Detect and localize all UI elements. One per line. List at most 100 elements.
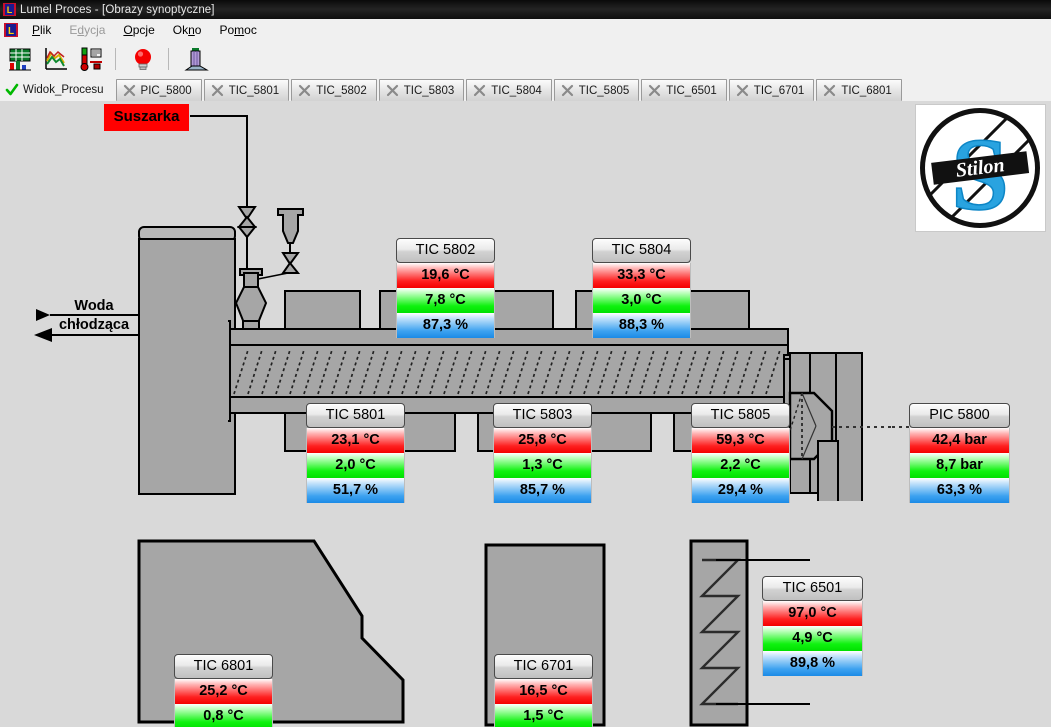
loop-pv-value: 19,6 °C [396,263,495,288]
close-icon[interactable] [648,84,661,97]
loop-tag-button[interactable]: TIC 5803 [493,403,592,428]
stilon-logo: S Stilon [915,104,1046,232]
loop-out-value: 87,3 % [396,313,495,338]
tab-label: Widok_Procesu [23,84,104,96]
dryer-label-text: Suszarka [114,108,180,125]
loop-block-tic-5804[interactable]: TIC 5804 33,3 °C 3,0 °C 88,3 % [592,238,691,338]
tab-tic-5801[interactable]: TIC_5801 [204,79,290,101]
close-icon[interactable] [473,84,486,97]
close-icon[interactable] [386,84,399,97]
tab-tic-5804[interactable]: TIC_5804 [466,79,552,101]
tab-label: TIC_6501 [666,85,717,97]
loop-block-tic-5802[interactable]: TIC 5802 19,6 °C 7,8 °C 87,3 % [396,238,495,338]
app-icon: L [4,23,18,37]
app-icon: L [3,3,16,16]
loop-pv-value: 42,4 bar [909,428,1010,453]
menu-item-pomoc[interactable]: Pomoc [210,21,265,39]
loop-out-value: 63,3 % [909,478,1010,503]
tab-label: TIC_5804 [491,85,542,97]
tab-tic-6801[interactable]: TIC_6801 [816,79,902,101]
loop-pv-value: 25,2 °C [174,679,273,704]
loop-out-value: 85,7 % [493,478,592,503]
loop-tag-button[interactable]: TIC 6801 [174,654,273,679]
tab-label: TIC_6801 [841,85,892,97]
loop-pv-value: 59,3 °C [691,428,790,453]
close-icon[interactable] [561,84,574,97]
toolbar [0,41,1051,76]
tab-label: PIC_5800 [141,85,192,97]
menu-item-plik[interactable]: PPliklik [23,21,60,39]
close-icon[interactable] [211,84,224,97]
tab-tic-5803[interactable]: TIC_5803 [379,79,465,101]
loop-sp-value: 2,2 °C [691,453,790,478]
tab-label: TIC_5803 [404,85,455,97]
tab-widok-procesu[interactable]: Widok_Procesu [0,77,114,101]
loop-out-value: 89,8 % [762,651,863,676]
loop-tag-button[interactable]: TIC 5801 [306,403,405,428]
tab-bar: Widok_Procesu PIC_5800 TIC_5801 TIC_5802… [0,76,1051,102]
toolbar-separator [168,48,169,70]
loop-sp-value: 8,7 bar [909,453,1010,478]
loop-tag-button[interactable]: TIC 5802 [396,238,495,263]
meter-icon[interactable] [75,44,105,74]
tab-tic-5802[interactable]: TIC_5802 [291,79,377,101]
loop-sp-value: 7,8 °C [396,288,495,313]
close-icon[interactable] [123,84,136,97]
loop-block-tic-6501[interactable]: TIC 6501 97,0 °C 4,9 °C 89,8 % [762,576,863,676]
loop-sp-value: 3,0 °C [592,288,691,313]
plant-view-icon[interactable] [181,44,211,74]
loop-pv-value: 25,8 °C [493,428,592,453]
check-icon [5,83,18,96]
close-icon[interactable] [823,84,836,97]
loop-tag-button[interactable]: PIC 5800 [909,403,1010,428]
loop-block-pic-5800[interactable]: PIC 5800 42,4 bar 8,7 bar 63,3 % [909,403,1010,503]
menu-bar: L PPliklik Edycja Opcje Okno Pomoc [0,19,1051,42]
loop-block-tic-5801[interactable]: TIC 5801 23,1 °C 2,0 °C 51,7 % [306,403,405,503]
tab-label: TIC_5805 [579,85,630,97]
cooling-water-line-2: chłodząca [59,317,129,333]
toolbar-separator [115,48,116,70]
tab-label: TIC_5801 [229,85,280,97]
loop-sp-value: 2,0 °C [306,453,405,478]
close-icon[interactable] [736,84,749,97]
alarm-lamp-icon[interactable] [128,44,158,74]
menu-item-opcje[interactable]: Opcje [114,21,163,39]
loop-tag-button[interactable]: TIC 5805 [691,403,790,428]
tab-tic-6701[interactable]: TIC_6701 [729,79,815,101]
loop-block-tic-6701[interactable]: TIC 6701 16,5 °C 1,5 °C 49,9 % [494,654,593,727]
loop-sp-value: 1,5 °C [494,704,593,727]
title-bar: L Lumel Proces - [Obrazy synoptyczne] [0,0,1051,19]
process-mimic-canvas: Suszarka Woda chłodząca TIC 5802 19,6 °C… [0,101,1051,727]
loop-block-tic-6801[interactable]: TIC 6801 25,2 °C 0,8 °C 7,9 % [174,654,273,727]
tab-tic-5805[interactable]: TIC_5805 [554,79,640,101]
tab-label: TIC_5802 [316,85,367,97]
loop-out-value: 29,4 % [691,478,790,503]
dryer-alarm-label: Suszarka [104,104,189,131]
loop-sp-value: 0,8 °C [174,704,273,727]
menu-item-edycja[interactable]: Edycja [60,21,114,39]
loop-pv-value: 97,0 °C [762,601,863,626]
tab-tic-6501[interactable]: TIC_6501 [641,79,727,101]
loop-tag-button[interactable]: TIC 6701 [494,654,593,679]
loop-pv-value: 33,3 °C [592,263,691,288]
line-graph-icon[interactable] [40,44,70,74]
table-chart-icon[interactable] [5,44,35,74]
loop-block-tic-5803[interactable]: TIC 5803 25,8 °C 1,3 °C 85,7 % [493,403,592,503]
tab-label: TIC_6701 [754,85,805,97]
loop-block-tic-5805[interactable]: TIC 5805 59,3 °C 2,2 °C 29,4 % [691,403,790,503]
loop-out-value: 51,7 % [306,478,405,503]
loop-sp-value: 1,3 °C [493,453,592,478]
menu-item-okno[interactable]: Okno [164,21,211,39]
loop-pv-value: 23,1 °C [306,428,405,453]
cooling-water-label: Woda chłodząca [46,297,142,335]
svg-text:L: L [8,26,14,37]
close-icon[interactable] [298,84,311,97]
loop-tag-button[interactable]: TIC 5804 [592,238,691,263]
application-window: L Lumel Proces - [Obrazy synoptyczne] L … [0,0,1051,727]
loop-out-value: 88,3 % [592,313,691,338]
tab-pic-5800[interactable]: PIC_5800 [116,79,202,101]
loop-tag-button[interactable]: TIC 6501 [762,576,863,601]
window-title: Lumel Proces - [Obrazy synoptyczne] [20,4,215,16]
svg-text:L: L [7,5,13,15]
cooling-water-line-1: Woda [74,298,113,314]
